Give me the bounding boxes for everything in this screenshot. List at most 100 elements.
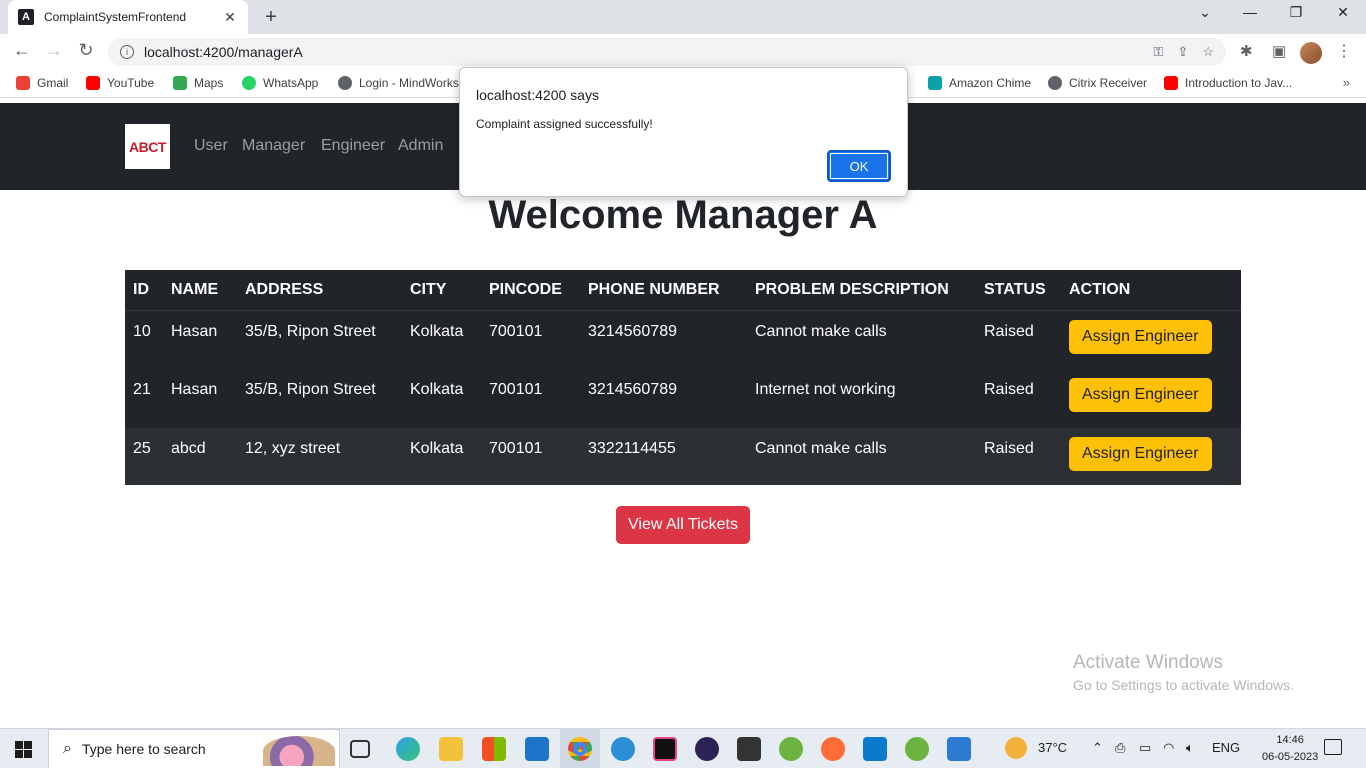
bookmark-youtube[interactable]: YouTube bbox=[86, 76, 154, 90]
search-placeholder: Type here to search bbox=[81, 741, 206, 757]
bookmark-maps[interactable]: Maps bbox=[173, 76, 223, 90]
password-key-icon[interactable]: ⚿ bbox=[1154, 44, 1164, 60]
windows-start-icon[interactable] bbox=[15, 741, 32, 758]
chime-icon bbox=[928, 76, 942, 90]
bookmark-citrix[interactable]: Citrix Receiver bbox=[1048, 76, 1147, 90]
activate-windows-title: Activate Windows bbox=[1073, 652, 1223, 673]
header-pincode: PINCODE bbox=[481, 270, 580, 311]
nav-admin[interactable]: Admin bbox=[398, 137, 443, 155]
reload-icon[interactable]: ↻ bbox=[74, 40, 98, 61]
cell-action: Assign Engineer bbox=[1061, 428, 1241, 485]
intellij-icon[interactable] bbox=[653, 737, 677, 761]
tab-strip: A ComplaintSystemFrontend ✕ + ⌄ — ❐ ✕ bbox=[0, 0, 1366, 34]
vscode-icon[interactable] bbox=[863, 737, 887, 761]
microsoft-store-icon[interactable] bbox=[482, 737, 506, 761]
clock-time: 14:46 bbox=[1276, 734, 1304, 746]
meet-now-icon[interactable]: ⎙ bbox=[1115, 740, 1125, 756]
bookmark-java-intro[interactable]: Introduction to Jav... bbox=[1164, 76, 1292, 90]
nav-user[interactable]: User bbox=[194, 137, 228, 155]
eclipse-icon[interactable] bbox=[695, 737, 719, 761]
bookmark-whatsapp[interactable]: WhatsApp bbox=[242, 76, 318, 90]
cell-action: Assign Engineer bbox=[1061, 369, 1241, 428]
task-view-icon[interactable] bbox=[350, 740, 370, 758]
globe-icon bbox=[338, 76, 352, 90]
header-id: ID bbox=[125, 270, 163, 311]
dialog-ok-button[interactable]: OK bbox=[827, 150, 891, 182]
alert-dialog: localhost:4200 says Complaint assigned s… bbox=[459, 67, 908, 197]
language-indicator[interactable]: ENG bbox=[1212, 740, 1240, 755]
share-icon[interactable]: ⇪ bbox=[1177, 44, 1188, 60]
header-address: ADDRESS bbox=[237, 270, 402, 311]
spring-tools-icon-2[interactable] bbox=[905, 737, 929, 761]
header-phone: PHONE NUMBER bbox=[580, 270, 747, 311]
tray-chevron-icon[interactable]: ⌃ bbox=[1092, 740, 1103, 756]
page-title: Welcome Manager A bbox=[488, 193, 878, 237]
address-bar[interactable]: i localhost:4200/managerA ⚿ ⇪ ☆ bbox=[108, 38, 1226, 66]
cell-problem: Cannot make calls bbox=[755, 322, 887, 340]
cell-status: Raised bbox=[984, 381, 1034, 398]
cell-id: 21 bbox=[133, 381, 151, 398]
tab-search-chevron-icon[interactable]: ⌄ bbox=[1195, 4, 1215, 21]
back-icon[interactable]: ← bbox=[10, 40, 34, 61]
taskbar-search-box[interactable]: ⌕ Type here to search bbox=[48, 729, 340, 768]
header-city: CITY bbox=[402, 270, 481, 311]
weather-icon[interactable] bbox=[1005, 737, 1027, 759]
new-tab-icon[interactable]: + bbox=[260, 6, 282, 29]
mysql-workbench-icon[interactable] bbox=[737, 737, 761, 761]
side-panel-icon[interactable]: ▣ bbox=[1272, 42, 1286, 60]
header-name: NAME bbox=[163, 270, 237, 311]
forward-icon[interactable]: → bbox=[42, 40, 66, 61]
extensions-icon[interactable]: ✱ bbox=[1240, 42, 1253, 60]
cell-problem: Internet not working bbox=[755, 381, 896, 398]
menu-kebab-icon[interactable]: ⋮ bbox=[1336, 41, 1352, 61]
cell-address: 35/B, Ripon Street bbox=[245, 322, 376, 340]
wifi-icon[interactable]: ◠ bbox=[1163, 740, 1174, 756]
spring-tools-icon[interactable] bbox=[779, 737, 803, 761]
weather-temp[interactable]: 37°C bbox=[1038, 740, 1067, 755]
tab-title: ComplaintSystemFrontend bbox=[44, 10, 187, 24]
cell-address: 35/B, Ripon Street bbox=[245, 381, 376, 398]
postman-icon[interactable] bbox=[821, 737, 845, 761]
bookmark-mindworks[interactable]: Login - MindWorks bbox=[338, 76, 459, 90]
assign-engineer-button[interactable]: Assign Engineer bbox=[1069, 378, 1212, 412]
view-all-tickets-button[interactable]: View All Tickets bbox=[616, 506, 750, 544]
cell-city: Kolkata bbox=[410, 322, 464, 340]
notifications-icon[interactable] bbox=[1324, 739, 1342, 755]
minimize-icon[interactable]: — bbox=[1240, 4, 1260, 20]
nav-engineer[interactable]: Engineer bbox=[321, 137, 385, 155]
url-text: localhost:4200/managerA bbox=[144, 44, 303, 60]
browser-tab[interactable]: A ComplaintSystemFrontend ✕ bbox=[8, 0, 248, 34]
table-header-row: ID NAME ADDRESS CITY PINCODE PHONE NUMBE… bbox=[125, 270, 1241, 311]
header-action: ACTION bbox=[1061, 270, 1241, 311]
assign-engineer-button[interactable]: Assign Engineer bbox=[1069, 437, 1212, 471]
abct-logo[interactable]: ABCT bbox=[125, 124, 170, 169]
table-row: 21 Hasan 35/B, Ripon Street Kolkata 7001… bbox=[125, 369, 1241, 428]
edge-icon[interactable] bbox=[396, 737, 420, 761]
activate-windows-subtitle: Go to Settings to activate Windows. bbox=[1073, 677, 1294, 693]
close-window-icon[interactable]: ✕ bbox=[1333, 4, 1353, 21]
volume-icon[interactable]: 🔈︎ bbox=[1186, 740, 1194, 756]
cell-id: 10 bbox=[133, 322, 151, 340]
mail-icon[interactable] bbox=[525, 737, 549, 761]
site-info-icon[interactable]: i bbox=[120, 45, 134, 59]
nav-manager[interactable]: Manager bbox=[242, 137, 305, 155]
chrome-icon[interactable] bbox=[568, 737, 592, 761]
app-circle-icon[interactable] bbox=[611, 737, 635, 761]
assign-engineer-button[interactable]: Assign Engineer bbox=[1069, 319, 1212, 354]
cell-city: Kolkata bbox=[402, 428, 481, 485]
battery-icon[interactable]: ▭ bbox=[1139, 740, 1151, 756]
maximize-icon[interactable]: ❐ bbox=[1286, 4, 1306, 21]
profile-avatar[interactable] bbox=[1300, 42, 1322, 64]
close-tab-icon[interactable]: ✕ bbox=[222, 9, 238, 26]
file-explorer-icon[interactable] bbox=[439, 737, 463, 761]
photos-icon[interactable] bbox=[947, 737, 971, 761]
bookmark-star-icon[interactable]: ☆ bbox=[1202, 44, 1214, 60]
cell-phone: 3322114455 bbox=[580, 428, 747, 485]
bookmark-amazon-chime[interactable]: Amazon Chime bbox=[928, 76, 1031, 90]
bookmark-gmail[interactable]: Gmail bbox=[16, 76, 68, 90]
more-bookmarks-icon[interactable]: » bbox=[1343, 75, 1350, 90]
cell-problem: Cannot make calls bbox=[747, 428, 976, 485]
dialog-title: localhost:4200 says bbox=[476, 87, 599, 103]
system-clock[interactable]: 14:46 06-05-2023 bbox=[1262, 732, 1318, 766]
maps-icon bbox=[173, 76, 187, 90]
